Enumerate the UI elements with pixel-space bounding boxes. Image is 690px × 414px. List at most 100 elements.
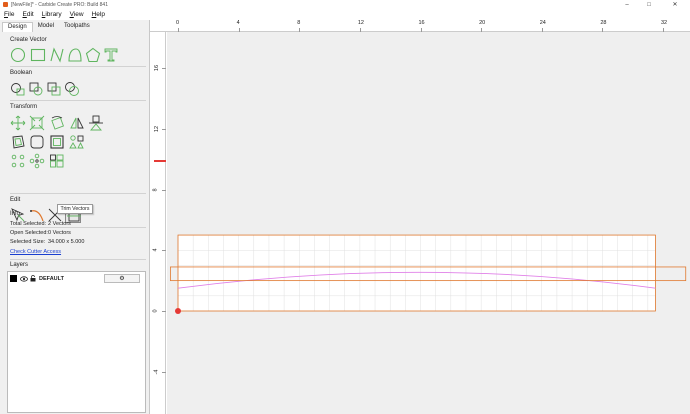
- boolean-weld-icon[interactable]: [64, 81, 80, 97]
- node-edit-icon[interactable]: [49, 134, 65, 150]
- section-transform: Transform: [10, 104, 38, 110]
- circle-icon[interactable]: [10, 47, 26, 63]
- horizontal-ruler: 0 4 8 12 16 20 24 28 32: [150, 20, 690, 32]
- origin-marker: [175, 308, 181, 314]
- tab-toolpaths[interactable]: Toolpaths: [59, 22, 95, 32]
- title-bar: [NewFile]* - Carbide Create PRO: Build 8…: [0, 0, 690, 9]
- ruler-y-tick: [162, 371, 166, 373]
- fillet-icon[interactable]: [29, 134, 45, 150]
- layer-color-swatch[interactable]: [10, 275, 17, 282]
- info-open-selected-label: Open Selected:: [10, 230, 48, 236]
- separator: [10, 259, 146, 260]
- ruler-y-tick: [162, 250, 166, 252]
- ruler-x-label: 24: [539, 20, 546, 26]
- design-canvas[interactable]: [167, 32, 690, 414]
- close-button[interactable]: ✕: [664, 0, 686, 9]
- ruler-y-tick: [162, 189, 166, 191]
- section-edit: Edit: [10, 197, 21, 203]
- rectangle-icon[interactable]: [30, 47, 46, 63]
- ruler-y-label: 8: [152, 187, 159, 192]
- info-open-selected-value: 0 Vectors: [48, 230, 71, 236]
- pattern-icon[interactable]: [29, 153, 45, 169]
- separator: [10, 227, 146, 228]
- polygon-icon[interactable]: [85, 47, 101, 63]
- polyline-icon[interactable]: [49, 47, 65, 63]
- boolean-intersect-icon[interactable]: [46, 81, 62, 97]
- eye-icon[interactable]: [20, 275, 28, 282]
- separator: [10, 193, 146, 194]
- ruler-x-label: 12: [357, 20, 364, 26]
- maximize-button[interactable]: □: [638, 0, 660, 9]
- ruler-y-label: -4: [153, 369, 160, 375]
- menu-edit[interactable]: Edit: [23, 11, 34, 18]
- menu-view[interactable]: View: [70, 11, 84, 18]
- info-total-selected-label: Total Selected:: [10, 221, 47, 227]
- layer-row[interactable]: DEFAULT ⚙: [10, 274, 144, 283]
- separator: [10, 66, 146, 67]
- section-boolean: Boolean: [10, 70, 33, 76]
- layers-list: DEFAULT ⚙: [7, 271, 146, 413]
- canvas-drawing[interactable]: [167, 32, 690, 414]
- scale-icon[interactable]: [29, 115, 45, 131]
- panel-tabs: Design Model Toolpaths: [2, 22, 95, 32]
- ruler-y-label: 16: [154, 64, 161, 72]
- ruler-x-label: 0: [176, 20, 180, 26]
- minimize-button[interactable]: –: [616, 0, 638, 9]
- layer-name: DEFAULT: [39, 275, 64, 282]
- menu-library[interactable]: Library: [42, 11, 62, 18]
- info-open-selected: Open Selected: 0 Vectors: [10, 230, 71, 236]
- align-icon[interactable]: [88, 115, 104, 131]
- menu-view-label: iew: [73, 11, 84, 18]
- layer-settings-button[interactable]: ⚙: [104, 274, 140, 283]
- window-title: [NewFile]* - Carbide Create PRO: Build 8…: [11, 1, 108, 8]
- vertical-ruler: 16 12 8 4 0 -4: [150, 32, 166, 414]
- ruler-x-label: 8: [297, 20, 301, 26]
- section-create-vector: Create Vector: [10, 37, 47, 43]
- check-cutter-access-link[interactable]: Check Cutter Access: [10, 249, 61, 255]
- ruler-y-label: 12: [154, 125, 161, 132]
- ruler-y-tick: [162, 128, 166, 130]
- curve-icon[interactable]: [67, 47, 83, 63]
- info-selected-size-label: Selected Size:: [10, 239, 46, 245]
- mirror-icon[interactable]: [69, 115, 85, 131]
- rotate-icon[interactable]: [49, 115, 65, 131]
- circular-array-icon[interactable]: [10, 153, 26, 169]
- section-layers: Layers: [10, 262, 29, 268]
- tab-design[interactable]: Design: [2, 22, 33, 32]
- info-selected-size: Selected Size: 34.000 x 5.000: [10, 239, 84, 245]
- ruler-x-label: 32: [661, 20, 668, 26]
- ruler-x-label: 28: [600, 20, 607, 26]
- info-total-selected: Total Selected: 2 Vectors: [10, 221, 71, 227]
- offset-icon[interactable]: [10, 134, 26, 150]
- gear-icon: ⚙: [119, 276, 125, 282]
- menu-help-label: elp: [96, 11, 105, 18]
- move-icon[interactable]: [10, 115, 26, 131]
- grid-array-icon[interactable]: [49, 153, 65, 169]
- info-selected-size-value: 34.000 x 5.000: [48, 239, 85, 245]
- tab-model[interactable]: Model: [33, 22, 59, 32]
- ruler-x-label: 16: [418, 20, 425, 26]
- ruler-y-tick: [162, 311, 166, 312]
- menu-file-label: ile: [7, 11, 15, 18]
- boolean-union-icon[interactable]: [10, 81, 26, 97]
- ruler-x-label: 4: [236, 20, 240, 26]
- menu-bar: File Edit Library View Help: [0, 9, 690, 20]
- tooltip: Trim Vectors: [57, 204, 93, 214]
- menu-help[interactable]: Help: [92, 11, 105, 18]
- menu-file[interactable]: File: [4, 11, 15, 18]
- ruler-y-label: 0: [152, 309, 159, 313]
- ruler-y-tick: [162, 68, 166, 69]
- info-total-selected-value: 2 Vectors: [48, 221, 71, 227]
- section-info: Info: [10, 211, 21, 217]
- ruler-x-label: 20: [479, 20, 486, 26]
- material-area: [178, 235, 656, 311]
- ruler-y-label: 4: [152, 248, 159, 252]
- boolean-subtract-icon[interactable]: [28, 81, 44, 97]
- text-icon[interactable]: [103, 47, 119, 63]
- menu-edit-label: dit: [26, 11, 34, 18]
- menu-library-label: ibrary: [45, 11, 62, 18]
- array-icon[interactable]: [69, 134, 85, 150]
- lock-icon[interactable]: [30, 275, 36, 282]
- app-logo-icon: [3, 2, 8, 7]
- separator: [10, 100, 146, 101]
